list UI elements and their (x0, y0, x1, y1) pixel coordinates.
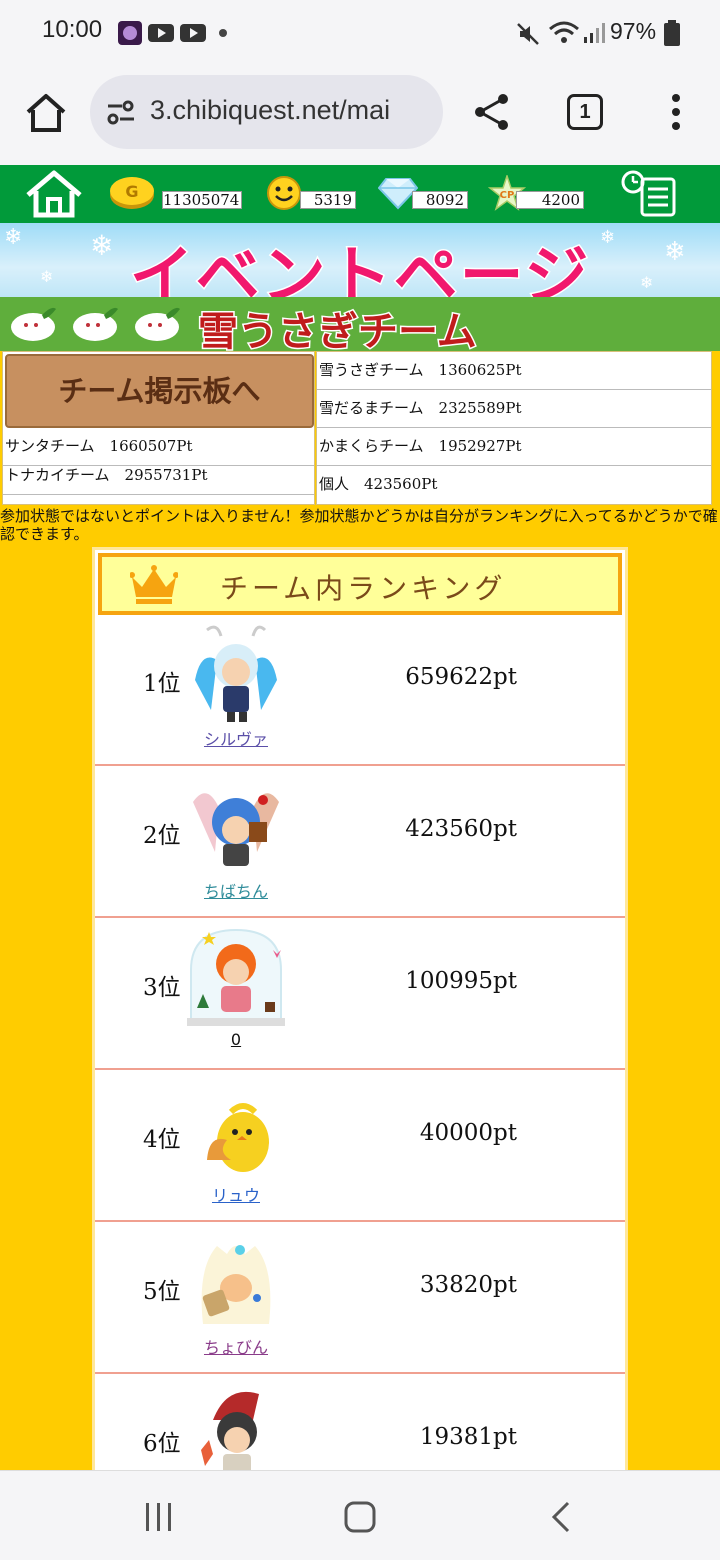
team-scores-left: チーム掲示板へ サンタチーム 1660507Pt トナカイチーム 2955731… (2, 351, 315, 505)
ranking-row: 3位 0 100995pt (95, 918, 625, 1070)
team-scores-right: 雪うさぎチーム 1360625Pt 雪だるまチーム 2325589Pt かまくら… (316, 351, 712, 505)
snow-bunny-icon (135, 307, 180, 341)
share-icon[interactable] (472, 92, 512, 132)
rank-position: 6位 (143, 1431, 181, 1457)
status-bar: 10:00 97% (0, 0, 720, 68)
player-avatar (187, 928, 285, 1026)
snow-bunny-icon (73, 307, 118, 341)
game-resource-bar: G 11305074 5319 8092 CP 4200 (0, 165, 720, 223)
player-avatar (195, 625, 277, 722)
player-points: 40000pt (419, 1120, 517, 1146)
battery-percent: 97% (610, 18, 657, 44)
team-ranking-panel: チーム内ランキング 1位 シルヴァ 659622pt 2位 ちばちん 42356… (92, 547, 628, 1470)
signal-icon (584, 23, 605, 43)
player-points: 33820pt (419, 1272, 517, 1298)
log-list-icon[interactable] (620, 169, 678, 219)
app-notification-icon (118, 21, 142, 45)
team-score-row: 雪うさぎチーム 1360625Pt (317, 352, 711, 390)
player-points: 19381pt (419, 1424, 517, 1450)
rank-position: 5位 (143, 1279, 181, 1305)
rank-position: 4位 (143, 1127, 181, 1153)
url-text[interactable]: 3.chibiquest.net/mai (150, 95, 435, 126)
player-avatar (207, 1103, 269, 1172)
back-icon[interactable] (550, 1501, 572, 1533)
team-score-row: 雪だるまチーム 2325589Pt (317, 390, 711, 428)
system-nav-bar (0, 1470, 720, 1560)
player-name-link[interactable]: ちばちん (187, 878, 285, 902)
youtube-icon (180, 24, 206, 42)
wifi-icon (549, 21, 579, 43)
player-avatar (201, 1245, 271, 1324)
ranking-title: チーム内ランキング (220, 572, 507, 605)
event-page-title: イベントページ (128, 239, 591, 298)
tab-switcher-button[interactable]: 1 (567, 94, 603, 130)
diamond-count: 8092 (412, 191, 468, 209)
svg-text:G: G (125, 182, 138, 201)
mute-icon (517, 23, 539, 45)
player-name-link[interactable]: リュウ (187, 1182, 285, 1206)
battery-icon (664, 20, 680, 46)
ranking-header: チーム内ランキング (98, 553, 622, 615)
site-settings-icon[interactable] (106, 99, 136, 127)
ranking-row: 5位 ちょびん 33820pt (95, 1222, 625, 1374)
crown-icon (130, 565, 178, 604)
youtube-icon (148, 24, 174, 42)
rank-position: 1位 (143, 671, 181, 697)
team-scores: チーム掲示板へ サンタチーム 1660507Pt トナカイチーム 2955731… (0, 351, 720, 507)
player-name-link[interactable]: 0 (187, 1030, 285, 1049)
participation-notice: 参加状態ではないとポイントは入りません！参加状態かどうかは自分がランキングに入っ… (0, 507, 718, 543)
rank-position: 2位 (143, 823, 181, 849)
home-nav-icon[interactable] (344, 1501, 376, 1533)
player-avatar (193, 793, 279, 866)
more-options-icon[interactable] (664, 92, 688, 132)
team-name-title: 雪うさぎチーム (197, 308, 479, 357)
smile-count: 5319 (300, 191, 356, 209)
address-bar[interactable]: 3.chibiquest.net/mai (90, 75, 443, 149)
rank-position: 3位 (143, 975, 181, 1001)
team-board-button[interactable]: チーム掲示板へ (5, 354, 314, 428)
browser-toolbar: 3.chibiquest.net/mai 1 (0, 68, 720, 165)
cp-count: 4200 (516, 191, 584, 209)
player-name-link[interactable]: シルヴァ (187, 726, 285, 750)
smile-icon (267, 176, 301, 210)
ranking-row: 4位 リュウ 40000pt (95, 1070, 625, 1222)
ranking-row: 6位 19381pt (95, 1374, 625, 1470)
team-banner: 雪うさぎチーム (0, 297, 720, 357)
more-notifications-dot-icon (219, 29, 227, 37)
player-points: 423560pt (405, 816, 517, 842)
recent-apps-icon[interactable] (142, 1501, 176, 1533)
team-score-row: トナカイチーム 2955731Pt (3, 457, 314, 495)
svg-text:CP: CP (500, 190, 515, 201)
event-banner: ❄ ❄ ❄ ❄ ❄ ❄ イベントページ (0, 223, 720, 297)
gold-count: 11305074 (162, 191, 242, 209)
team-score-row: かまくらチーム 1952927Pt (317, 428, 711, 466)
player-points: 100995pt (405, 968, 517, 994)
web-content: G 11305074 5319 8092 CP 4200 ❄ ❄ ❄ ❄ ❄ ❄… (0, 165, 720, 1470)
ranking-row: 2位 ちばちん 423560pt (95, 766, 625, 918)
game-home-icon[interactable] (24, 169, 84, 219)
player-points: 659622pt (405, 664, 517, 690)
player-name-link[interactable]: ちょびん (187, 1334, 285, 1358)
player-avatar (201, 1391, 259, 1470)
status-time: 10:00 (42, 16, 103, 43)
gold-coin-icon: G (110, 177, 154, 209)
team-score-row: 個人 423560Pt (319, 475, 438, 493)
ranking-row: 1位 シルヴァ 659622pt (95, 614, 625, 766)
browser-home-icon[interactable] (22, 90, 70, 138)
snow-bunny-icon (11, 307, 56, 341)
